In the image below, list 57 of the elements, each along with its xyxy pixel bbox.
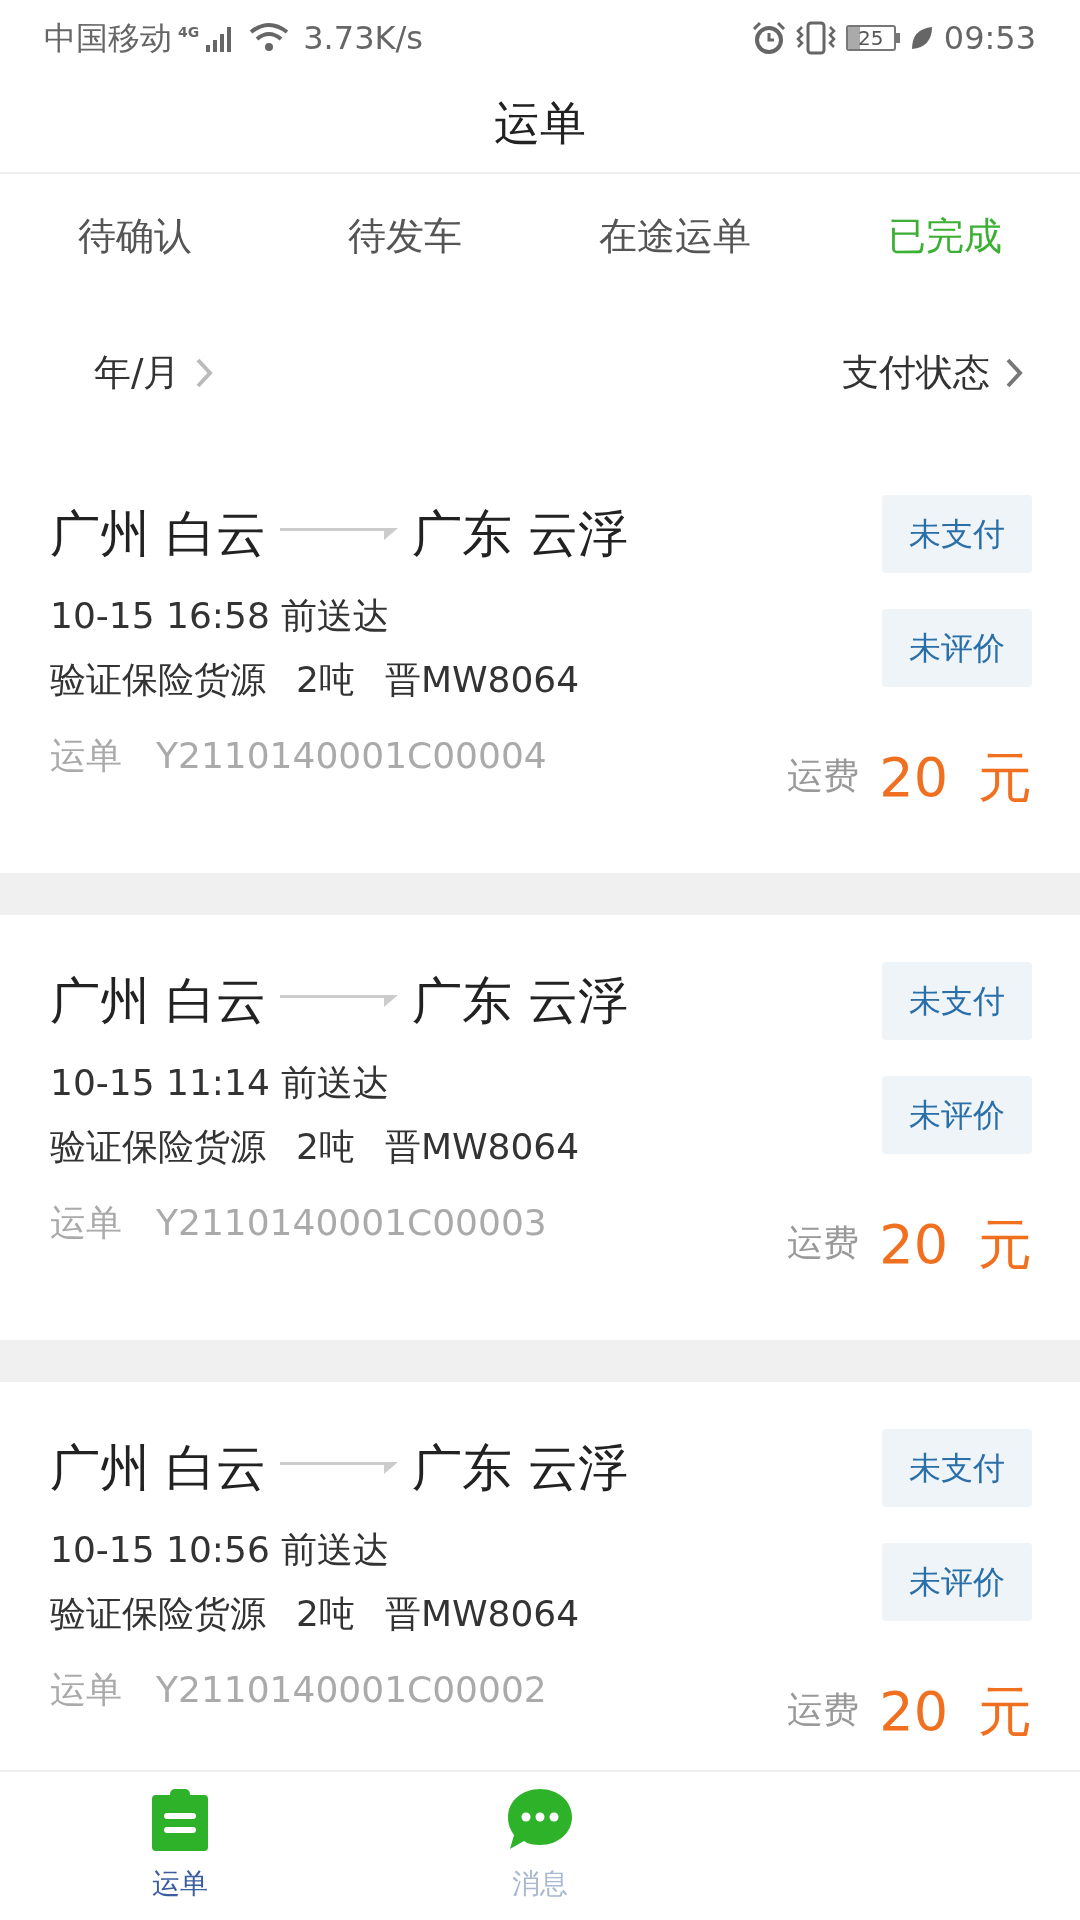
fee-amount: 20 (879, 1218, 948, 1272)
origin: 广州 白云 (50, 970, 266, 1032)
order-label: 运单 (50, 1668, 122, 1712)
destination: 广东 云浮 (411, 503, 628, 565)
vibrate-icon (795, 20, 836, 55)
fee-amount: 20 (879, 1685, 948, 1739)
status-tag: 未支付 (882, 962, 1032, 1040)
currency-unit: 元 (978, 1218, 1032, 1272)
order-number: Y2110140001C00004 (156, 734, 547, 778)
page-title: 运单 (494, 95, 586, 152)
order-number: Y2110140001C00002 (156, 1668, 547, 1712)
cargo-weight: 2吨 (296, 1125, 355, 1169)
destination: 广东 云浮 (411, 970, 628, 1032)
leaf-icon (909, 24, 934, 51)
plate-number: 晋MW8064 (384, 1125, 580, 1169)
clock-time: 09:53 (943, 17, 1036, 59)
destination: 广东 云浮 (411, 1437, 628, 1499)
chevron-icon (194, 356, 215, 390)
tab[interactable]: 在途运单 (599, 207, 751, 265)
order-label: 运单 (50, 1201, 122, 1245)
nav-tab[interactable]: 运单 (0, 1772, 360, 1920)
cargo-name: 验证保险货源 (50, 1125, 266, 1169)
currency-unit: 元 (978, 1685, 1032, 1739)
carrier-name: 中国移动 (44, 17, 172, 59)
network-speed: 3.73K/s (303, 17, 423, 59)
date-filter[interactable]: 年/月 (94, 345, 181, 401)
status-tag: 未评价 (882, 609, 1032, 687)
delivery-deadline: 10-15 10:56 前送达 (50, 1528, 391, 1572)
delivery-deadline: 10-15 16:58 前送达 (50, 594, 391, 638)
plate-number: 晋MW8064 (384, 1592, 580, 1636)
origin: 广州 白云 (50, 503, 266, 565)
cargo-name: 验证保险货源 (50, 1592, 266, 1636)
cargo-weight: 2吨 (296, 658, 355, 702)
origin: 广州 白云 (50, 1437, 266, 1499)
chevron-icon (1004, 356, 1024, 390)
network-type: 4G (178, 22, 200, 42)
status-tag: 未支付 (882, 495, 1032, 573)
currency-unit: 元 (978, 751, 1032, 805)
delivery-deadline: 10-15 11:14 前送达 (50, 1061, 391, 1105)
wifi-icon (249, 21, 290, 54)
order-number: Y2110140001C00003 (156, 1201, 547, 1245)
cargo-weight: 2吨 (296, 1592, 355, 1636)
tab[interactable]: 待确认 (78, 207, 192, 265)
fee-label: 运费 (787, 1221, 860, 1265)
tab[interactable]: 待发车 (348, 207, 462, 265)
clipboard-icon (150, 1787, 210, 1853)
status-tag: 未评价 (882, 1543, 1032, 1621)
cargo-name: 验证保险货源 (50, 658, 266, 702)
fee-label: 运费 (787, 754, 860, 798)
fee-amount: 20 (879, 751, 948, 805)
fee-label: 运费 (787, 1688, 860, 1732)
status-tag: 未支付 (882, 1429, 1032, 1507)
payment-status-filter[interactable]: 支付状态 (842, 345, 990, 401)
plate-number: 晋MW8064 (384, 658, 580, 702)
status-tag: 未评价 (882, 1076, 1032, 1154)
alarm-icon (751, 20, 786, 55)
order-label: 运单 (50, 734, 122, 778)
